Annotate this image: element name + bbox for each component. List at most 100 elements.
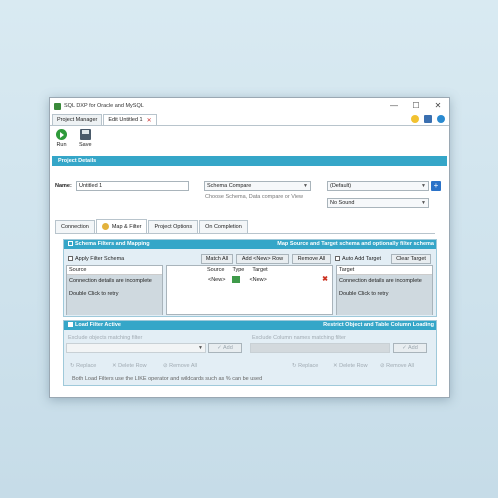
apply-filter-label: Apply Filter Schema [75, 256, 125, 262]
tab-label: On Completion [205, 224, 242, 230]
add-label: Add [408, 345, 418, 351]
tab-label: Edit Untitled 1 [108, 117, 143, 123]
toolbar: Run Save [50, 126, 449, 156]
match-all-button[interactable]: Match All [201, 254, 233, 264]
tab-project-options[interactable]: Project Options [148, 220, 199, 233]
delete-column-row-button[interactable]: ✕ Delete Row [333, 363, 368, 369]
source-retry[interactable]: Double Click to retry [69, 290, 160, 298]
mapping-grid[interactable]: Source Type Target <New> <New> ✖ [166, 265, 333, 315]
clear-target-button[interactable]: Clear Target [391, 254, 431, 264]
delete-object-row-button[interactable]: ✕ Delete Row [112, 363, 147, 369]
close-button[interactable]: ✕ [427, 98, 449, 114]
map-source-header: Source [207, 267, 225, 273]
load-filter-checkbox[interactable] [68, 322, 73, 328]
connection-default-select[interactable]: (Default) ▼ [327, 181, 429, 191]
tab-project-manager[interactable]: Project Manager [52, 114, 103, 125]
target-list[interactable]: Target Connection details are incomplete… [336, 265, 433, 315]
load-filter-note: Both Load Filters use the LIKE operator … [72, 376, 263, 382]
sound-select[interactable]: No Sound ▼ [327, 198, 429, 208]
replace-label: Replace [298, 363, 319, 369]
add-column-filter-button[interactable]: ✓ Add [393, 343, 427, 353]
apply-filter-option[interactable]: Apply Filter Schema [68, 256, 124, 262]
project-details-header: Project Details [52, 156, 447, 166]
minimize-button[interactable]: — [383, 98, 405, 114]
schema-type-icon [232, 276, 241, 283]
remove-all-label: Remove All [169, 363, 197, 369]
tab-close-icon[interactable]: ✕ [147, 117, 152, 124]
remove-all-button[interactable]: Remove All [292, 254, 331, 264]
source-message: Connection details are incomplete [69, 278, 152, 284]
gear-icon [101, 223, 109, 230]
save-button[interactable]: Save [79, 129, 92, 153]
map-row-target[interactable]: <New> [249, 275, 266, 285]
delete-row-icon[interactable]: ✖ [322, 275, 328, 285]
load-filter-subtitle: Restrict Object and Table Column Loading [323, 322, 434, 328]
run-icon [56, 129, 67, 140]
help-icon[interactable] [437, 115, 445, 123]
schema-compare-value: Schema Compare [207, 183, 252, 189]
section-tabs: Connection Map & Filter Project Options … [55, 219, 435, 234]
remove-all-objects-button[interactable]: ⊘ Remove All [163, 363, 197, 369]
mapping-row[interactable]: <New> <New> ✖ [167, 275, 332, 285]
add-label: Add [223, 345, 233, 351]
app-icon [54, 102, 61, 110]
auto-add-target-label: Auto Add Target [342, 256, 382, 262]
tab-label: Project Manager [57, 117, 98, 123]
remove-all-columns-button[interactable]: ⊘ Remove All [380, 363, 414, 369]
tab-on-completion[interactable]: On Completion [199, 220, 248, 233]
maximize-button[interactable]: ☐ [405, 98, 427, 114]
map-target-header: Target [252, 267, 268, 273]
chevron-down-icon: ▼ [421, 200, 426, 206]
document-tabs: Project Manager Edit Untitled 1 ✕ [50, 114, 449, 126]
replace-label: Replace [76, 363, 97, 369]
remove-all-label: Remove All [386, 363, 414, 369]
target-message: Connection details are incomplete [339, 278, 422, 284]
save-label: Save [79, 142, 92, 148]
default-value: (Default) [330, 183, 352, 189]
auto-add-target-option[interactable]: Auto Add Target [335, 256, 381, 262]
chevron-down-icon: ▼ [421, 183, 426, 189]
run-label: Run [56, 142, 67, 148]
add-connection-button[interactable]: + [431, 181, 441, 191]
save-icon [79, 129, 91, 140]
add-object-filter-button[interactable]: ✓ Add [208, 343, 242, 353]
sound-value: No Sound [330, 200, 355, 206]
name-label: Name: [55, 183, 72, 189]
target-retry[interactable]: Double Click to retry [339, 290, 430, 298]
source-list[interactable]: Source Connection details are incomplete… [66, 265, 163, 315]
schema-filter-title: Schema Filters and Mapping [75, 241, 150, 247]
chevron-down-icon: ▼ [303, 183, 308, 189]
map-type-header: Type [232, 267, 245, 273]
schema-filter-checkbox[interactable] [68, 241, 73, 247]
menu-icon[interactable] [424, 115, 432, 123]
window-title: SQL DXP for Oracle and MySQL [64, 103, 144, 109]
title-bar: SQL DXP for Oracle and MySQL — ☐ ✕ [50, 98, 449, 114]
chevron-down-icon: ▼ [198, 345, 203, 351]
tab-label: Project Options [154, 224, 193, 230]
exclude-columns-label: Exclude Column names matching filter [252, 335, 346, 341]
lightbulb-icon[interactable] [411, 115, 419, 123]
schema-filter-subtitle: Map Source and Target schema and optiona… [277, 241, 434, 247]
tab-label: Map & Filter [111, 223, 142, 230]
add-new-row-button[interactable]: Add <New> Row [236, 254, 289, 264]
replace-column-button[interactable]: ↻ Replace [292, 363, 318, 369]
tab-edit-untitled[interactable]: Edit Untitled 1 ✕ [103, 114, 157, 125]
exclude-objects-input[interactable]: ▼ [66, 343, 206, 353]
target-header: Target [337, 266, 432, 275]
source-header: Source [67, 266, 162, 275]
tab-map-filter[interactable]: Map & Filter [95, 219, 148, 233]
run-button[interactable]: Run [56, 129, 67, 153]
schema-compare-select[interactable]: Schema Compare ▼ [204, 181, 311, 191]
exclude-objects-label: Exclude objects matching filter [68, 335, 143, 341]
load-filter-title: Load Filter Active [75, 322, 121, 328]
load-filter-header: Load Filter Active Restrict Object and T… [64, 321, 436, 330]
replace-object-button[interactable]: ↻ Replace [70, 363, 96, 369]
tab-connection[interactable]: Connection [55, 220, 95, 233]
apply-filter-checkbox[interactable] [68, 256, 73, 262]
auto-add-target-checkbox[interactable] [335, 256, 340, 262]
exclude-columns-input[interactable] [250, 343, 390, 353]
schema-filter-header: Schema Filters and Mapping Map Source an… [64, 240, 436, 249]
tab-label: Connection [61, 224, 89, 230]
map-row-source[interactable]: <New> [208, 275, 225, 285]
name-input[interactable]: Untitled 1 [76, 181, 189, 191]
